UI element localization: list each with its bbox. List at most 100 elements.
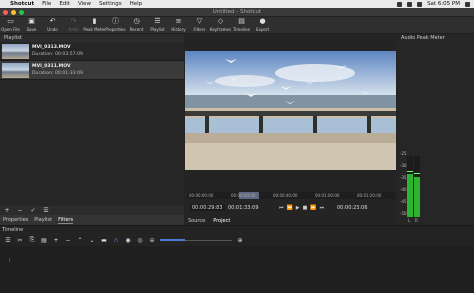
list-view-icon[interactable]: ☰ [42, 207, 50, 214]
tab-project[interactable]: Project [213, 218, 230, 224]
peak-meter-icon: ▮ [92, 17, 97, 25]
ruler-tick: 00:00:20:00 [231, 193, 256, 198]
zoom-in-icon[interactable]: ⊕ [236, 237, 244, 244]
keyframes-icon: ◇ [217, 17, 224, 25]
menubar-clock[interactable]: Sat 6:05 PM [427, 1, 460, 7]
snap-magnet-icon[interactable]: ∩ [112, 237, 120, 244]
playlist-button[interactable]: ☰ Playlist [147, 17, 168, 34]
track-handle-icon: ⁞ [9, 258, 11, 264]
viewer-panel: 00:00:00:00 00:00:20:00 00:00:40:00 00:0… [184, 34, 398, 225]
add-icon[interactable]: + [3, 207, 11, 214]
export-button[interactable]: ● Export [252, 17, 273, 34]
tab-source[interactable]: Source [188, 218, 205, 224]
skip-to-end-icon[interactable]: ⏭ [320, 205, 325, 211]
panel-tabs: Properties Playlist Filters [0, 215, 184, 225]
save-button[interactable]: ▣ Save [21, 17, 42, 34]
menu-edit[interactable]: Edit [59, 1, 70, 7]
history-button[interactable]: ≡ History [168, 17, 189, 34]
ripple-icon[interactable]: ◎ [136, 237, 144, 244]
left-channel-label: L [408, 218, 411, 223]
fast-forward-icon[interactable]: ⏩ [310, 205, 316, 211]
remove-icon[interactable]: − [16, 207, 24, 214]
append-icon[interactable]: + [52, 237, 60, 244]
peak-meter-button[interactable]: ▮ Peak Meter [83, 17, 105, 34]
keyframes-button[interactable]: ◇ Keyframes [210, 17, 231, 34]
main-toolbar: ▭ Open File ▣ Save ↶ Undo ↷ Redo ▮ Peak Meter… [0, 17, 474, 34]
scale-label: -40 [400, 187, 407, 192]
timeline-button[interactable]: ▤ Timeline [231, 17, 252, 34]
scale-label: -30 [400, 163, 407, 168]
stop-icon[interactable]: ■ [303, 205, 308, 211]
scale-label: -35 [400, 175, 407, 180]
left-peak-indicator [407, 170, 413, 172]
menu-settings[interactable]: Settings [99, 1, 122, 7]
scale-label: -25 [400, 151, 407, 156]
split-icon[interactable]: ▬ [100, 237, 108, 244]
volume-icon[interactable] [407, 1, 413, 7]
menu-file[interactable]: File [42, 1, 51, 7]
battery-icon[interactable] [417, 1, 423, 7]
window-title: Untitled - Shotcut [212, 9, 262, 15]
clip-duration: Duration: 00:03:57:09 [32, 52, 83, 57]
wifi-icon[interactable] [397, 1, 403, 7]
paste-icon[interactable]: ▤ [40, 237, 48, 244]
filters-button[interactable]: ▽ Filters [189, 17, 210, 34]
viewer-ruler[interactable]: 00:00:00:00 00:00:20:00 00:00:40:00 00:0… [187, 192, 395, 199]
overwrite-icon[interactable]: ⌄ [88, 237, 96, 244]
ruler-tick: 00:01:00:00 [315, 193, 340, 198]
menu-icon[interactable]: ☰ [4, 237, 12, 244]
playlist-actions: + − ✓ ☰ [0, 206, 184, 215]
tab-playlist[interactable]: Playlist [34, 217, 52, 223]
playlist-item[interactable]: MVI_0313.MOV Duration: 00:03:57:09 [0, 42, 184, 61]
playlist-item[interactable]: MVI_0311.MOV Duration: 00:01:33:09 [0, 61, 184, 80]
redo-button[interactable]: ↷ Redo [63, 17, 84, 34]
skip-to-start-icon[interactable]: ⏮ [279, 205, 284, 211]
search-icon[interactable] [465, 1, 470, 7]
tab-properties[interactable]: Properties [3, 217, 28, 223]
timeline-title: Timeline [2, 227, 24, 233]
cut-icon[interactable]: ✂ [16, 237, 24, 244]
menu-view[interactable]: View [78, 1, 91, 7]
ruler-tick: 00:01:20:00 [357, 193, 382, 198]
zoom-out-icon[interactable]: ⊖ [148, 237, 156, 244]
clip-name: MVI_0311.MOV [32, 64, 71, 69]
video-preview[interactable] [185, 51, 396, 170]
scale-label: -45 [400, 199, 407, 204]
play-icon[interactable]: ▶ [296, 205, 300, 211]
undo-icon: ↶ [49, 17, 56, 25]
playlist-panel: Playlist MVI_0313.MOV Duration: 00:03:57… [0, 34, 184, 206]
ruler-tick: 00:00:00:00 [189, 193, 214, 198]
zoom-fill [160, 239, 186, 241]
menu-app[interactable]: Shotcut [10, 1, 34, 7]
tab-filters[interactable]: Filters [58, 217, 74, 224]
undo-button[interactable]: ↶ Undo [42, 17, 63, 34]
lift-icon[interactable]: ⌃ [76, 237, 84, 244]
clip-name: MVI_0313.MOV [32, 45, 71, 50]
playlist-header: Playlist [0, 34, 184, 42]
open-file-button[interactable]: ▭ Open File [0, 17, 21, 34]
viewer-tabs: Source Project [188, 218, 230, 224]
rewind-icon[interactable]: ⏪ [287, 205, 293, 211]
right-peak-indicator [414, 173, 420, 175]
clip-duration: Duration: 00:01:33:09 [32, 71, 83, 76]
properties-icon: ⓘ [112, 17, 119, 25]
update-icon[interactable]: ✓ [29, 207, 37, 214]
properties-button[interactable]: ⓘ Properties [105, 17, 126, 34]
window-titlebar: Untitled - Shotcut [0, 8, 474, 17]
redo-icon: ↷ [70, 17, 77, 25]
clip-thumbnail [2, 63, 29, 78]
menu-help[interactable]: Help [130, 1, 143, 7]
timecode-current-field[interactable]: 00:00:29:83 [190, 205, 225, 211]
audio-peak-meter-panel: Audio Peak Meter -25 -30 -35 -40 -45 -50… [398, 34, 474, 225]
menubar-status-area: Sat 6:05 PM [397, 0, 470, 8]
timeline-tracks-area[interactable]: ⁞ [0, 246, 474, 293]
recent-button[interactable]: ◷ Recent [126, 17, 147, 34]
recent-icon: ◷ [133, 17, 140, 25]
peak-meter-title: Audio Peak Meter [401, 35, 445, 41]
scrub-icon[interactable]: ◉ [124, 237, 132, 244]
zoom-slider[interactable] [160, 236, 232, 244]
copy-icon[interactable]: ⎘ [28, 236, 36, 244]
remove-icon[interactable]: − [64, 237, 72, 244]
right-level-fill [414, 176, 420, 217]
left-level-fill [407, 174, 413, 217]
